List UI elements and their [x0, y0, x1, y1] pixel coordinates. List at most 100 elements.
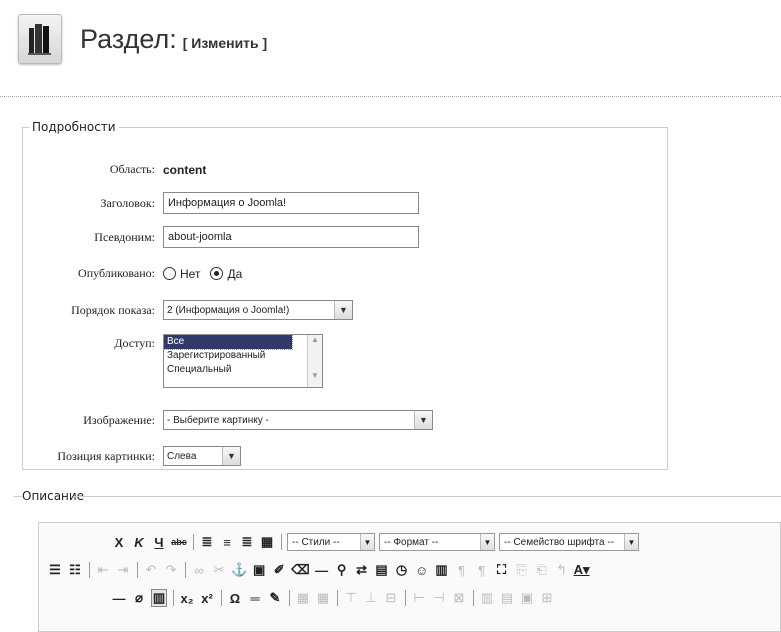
paste-icon[interactable]: ▤: [374, 561, 390, 579]
replace-icon[interactable]: ⇄: [354, 561, 370, 579]
ltr-icon[interactable]: ¶: [454, 561, 470, 579]
title-label: Заголовок:: [100, 195, 155, 210]
chevron-down-icon[interactable]: ▼: [624, 534, 638, 550]
format-dropdown[interactable]: -- Формат -- ▼: [379, 533, 495, 551]
insert-date-icon[interactable]: ◷: [394, 561, 410, 579]
radio-yes-circle[interactable]: [210, 267, 224, 280]
access-option[interactable]: Специальный: [164, 363, 322, 377]
align-left-icon[interactable]: ≣: [199, 533, 215, 551]
outdent-icon[interactable]: ⇤: [95, 561, 111, 579]
image-pos-label: Позиция картинки:: [57, 448, 155, 463]
emoticon-icon[interactable]: ☺: [414, 561, 430, 579]
edit-icon[interactable]: ✎: [267, 589, 283, 607]
unlink-icon[interactable]: ✂: [211, 561, 227, 579]
chevron-down-icon[interactable]: ▼: [414, 411, 432, 429]
col-after-icon[interactable]: ⊣: [431, 589, 447, 607]
font-dropdown[interactable]: -- Семейство шрифта -- ▼: [499, 533, 639, 551]
format-label: -- Формат --: [384, 536, 439, 548]
image-pos-select[interactable]: Слева ▼: [163, 446, 241, 466]
paste-word-icon[interactable]: ↰: [554, 561, 570, 579]
paste-text-icon[interactable]: ⎗: [534, 561, 550, 579]
delete-col-icon[interactable]: ⊠: [451, 589, 467, 607]
align-center-icon[interactable]: ≡: [219, 533, 235, 551]
published-no-label: Нет: [180, 266, 201, 281]
split-cells-icon[interactable]: ▥: [479, 589, 495, 607]
row-after-icon[interactable]: ⊥: [363, 589, 379, 607]
superscript-icon[interactable]: x²: [199, 589, 215, 607]
rtl-icon[interactable]: ¶: [474, 561, 490, 579]
chevron-down-icon[interactable]: ▼: [334, 301, 352, 319]
area-label: Область:: [109, 162, 155, 176]
indent-icon[interactable]: ⇥: [115, 561, 131, 579]
undo-icon[interactable]: ↶: [143, 561, 159, 579]
numbered-list-icon[interactable]: ☷: [67, 561, 83, 579]
alias-label: Псевдоним:: [94, 229, 155, 244]
eraser-icon[interactable]: ⌫: [291, 561, 309, 579]
special-char-icon[interactable]: Ω: [227, 589, 243, 607]
chevron-down-icon[interactable]: ▼: [360, 534, 374, 550]
insert-hr-icon[interactable]: ═: [247, 589, 263, 607]
details-fieldset: Подробности Область: content Заголовок: …: [22, 120, 668, 470]
col-before-icon[interactable]: ⊢: [411, 589, 427, 607]
align-justify-icon[interactable]: ▦: [259, 533, 275, 551]
alias-input[interactable]: about-joomla: [163, 226, 419, 248]
access-label: Доступ:: [114, 336, 155, 350]
visual-aid-icon[interactable]: ▥: [151, 589, 167, 607]
radio-no-circle[interactable]: [163, 267, 176, 280]
toolbar-row-3: — ⌀ ▥ x₂ x² Ω ═ ✎ ▦ ▦ ⊤ ⊥ ⊟ ⊢ ⊣ ⊠ ▥ ▤ ▣ …: [111, 589, 559, 607]
anchor-icon[interactable]: ⚓: [231, 561, 247, 579]
styles-dropdown[interactable]: -- Стили -- ▼: [287, 533, 375, 551]
media-icon[interactable]: ▥: [434, 561, 450, 579]
bullet-list-icon[interactable]: ☰: [47, 561, 63, 579]
chevron-down-icon[interactable]: ▼: [480, 534, 494, 550]
italic-icon[interactable]: K: [131, 533, 147, 551]
subscript-icon[interactable]: x₂: [179, 589, 195, 607]
description-line-left: [14, 496, 22, 497]
title-row: Заголовок: Информация о Joomla!: [23, 192, 663, 214]
redo-icon[interactable]: ↷: [163, 561, 179, 579]
strikethrough-icon[interactable]: abc: [171, 533, 187, 551]
area-value: content: [163, 162, 207, 177]
title-input[interactable]: Информация о Joomla!: [163, 192, 419, 214]
hr-icon[interactable]: —: [314, 561, 330, 579]
delete-row-icon[interactable]: ⊟: [383, 589, 399, 607]
row-props-icon[interactable]: ⊞: [539, 589, 555, 607]
horizontal-rule-icon[interactable]: —: [111, 589, 127, 607]
styles-label: -- Стили --: [292, 536, 340, 548]
toolbar-row-1: X K Ч abc ≣ ≡ ≣ ▦ -- Стили -- ▼ -- Форма…: [111, 533, 643, 551]
chevron-down-icon[interactable]: ▼: [222, 447, 240, 465]
page-title: Раздел:: [80, 23, 177, 54]
underline-icon[interactable]: Ч: [151, 533, 167, 551]
scroll-down-icon[interactable]: ▼: [308, 371, 322, 385]
fullscreen-icon[interactable]: ⛶: [494, 561, 510, 579]
access-listbox[interactable]: Все Зарегистрированный Специальный ▲ ▼: [163, 334, 323, 388]
bold-icon[interactable]: X: [111, 533, 127, 551]
published-yes-label: Да: [227, 266, 243, 281]
order-select[interactable]: 2 (Информация о Joomla!) ▼: [163, 300, 353, 320]
merge-cells-icon[interactable]: ▤: [499, 589, 515, 607]
section-icon: [18, 14, 62, 64]
published-yes-radio[interactable]: Да: [210, 267, 242, 281]
table-props-icon[interactable]: ▦: [315, 589, 331, 607]
link-icon[interactable]: ∞: [191, 561, 207, 579]
access-scrollbar[interactable]: ▲ ▼: [307, 335, 322, 387]
find-icon[interactable]: ⚲: [334, 561, 350, 579]
remove-format-icon[interactable]: ⌀: [131, 589, 147, 607]
font-label: -- Семейство шрифта --: [504, 536, 615, 548]
cell-props-icon[interactable]: ▣: [519, 589, 535, 607]
table-icon[interactable]: ▦: [295, 589, 311, 607]
image-select[interactable]: - Выберите картинку - ▼: [163, 410, 433, 430]
copy-icon[interactable]: ⎘: [514, 561, 530, 579]
order-value: 2 (Информация о Joomla!): [167, 304, 290, 316]
access-option[interactable]: Все: [163, 334, 293, 350]
align-right-icon[interactable]: ≣: [239, 533, 255, 551]
row-before-icon[interactable]: ⊤: [343, 589, 359, 607]
image-icon[interactable]: ▣: [251, 561, 267, 579]
font-color-icon[interactable]: A▾: [574, 561, 590, 579]
cleanup-icon[interactable]: ✐: [271, 561, 287, 579]
scroll-up-icon[interactable]: ▲: [308, 335, 322, 349]
image-row: Изображение: - Выберите картинку - ▼: [23, 410, 663, 430]
published-no-radio[interactable]: Нет: [163, 267, 200, 281]
access-option[interactable]: Зарегистрированный: [164, 349, 322, 363]
order-row: Порядок показа: 2 (Информация о Joomla!)…: [23, 300, 663, 320]
